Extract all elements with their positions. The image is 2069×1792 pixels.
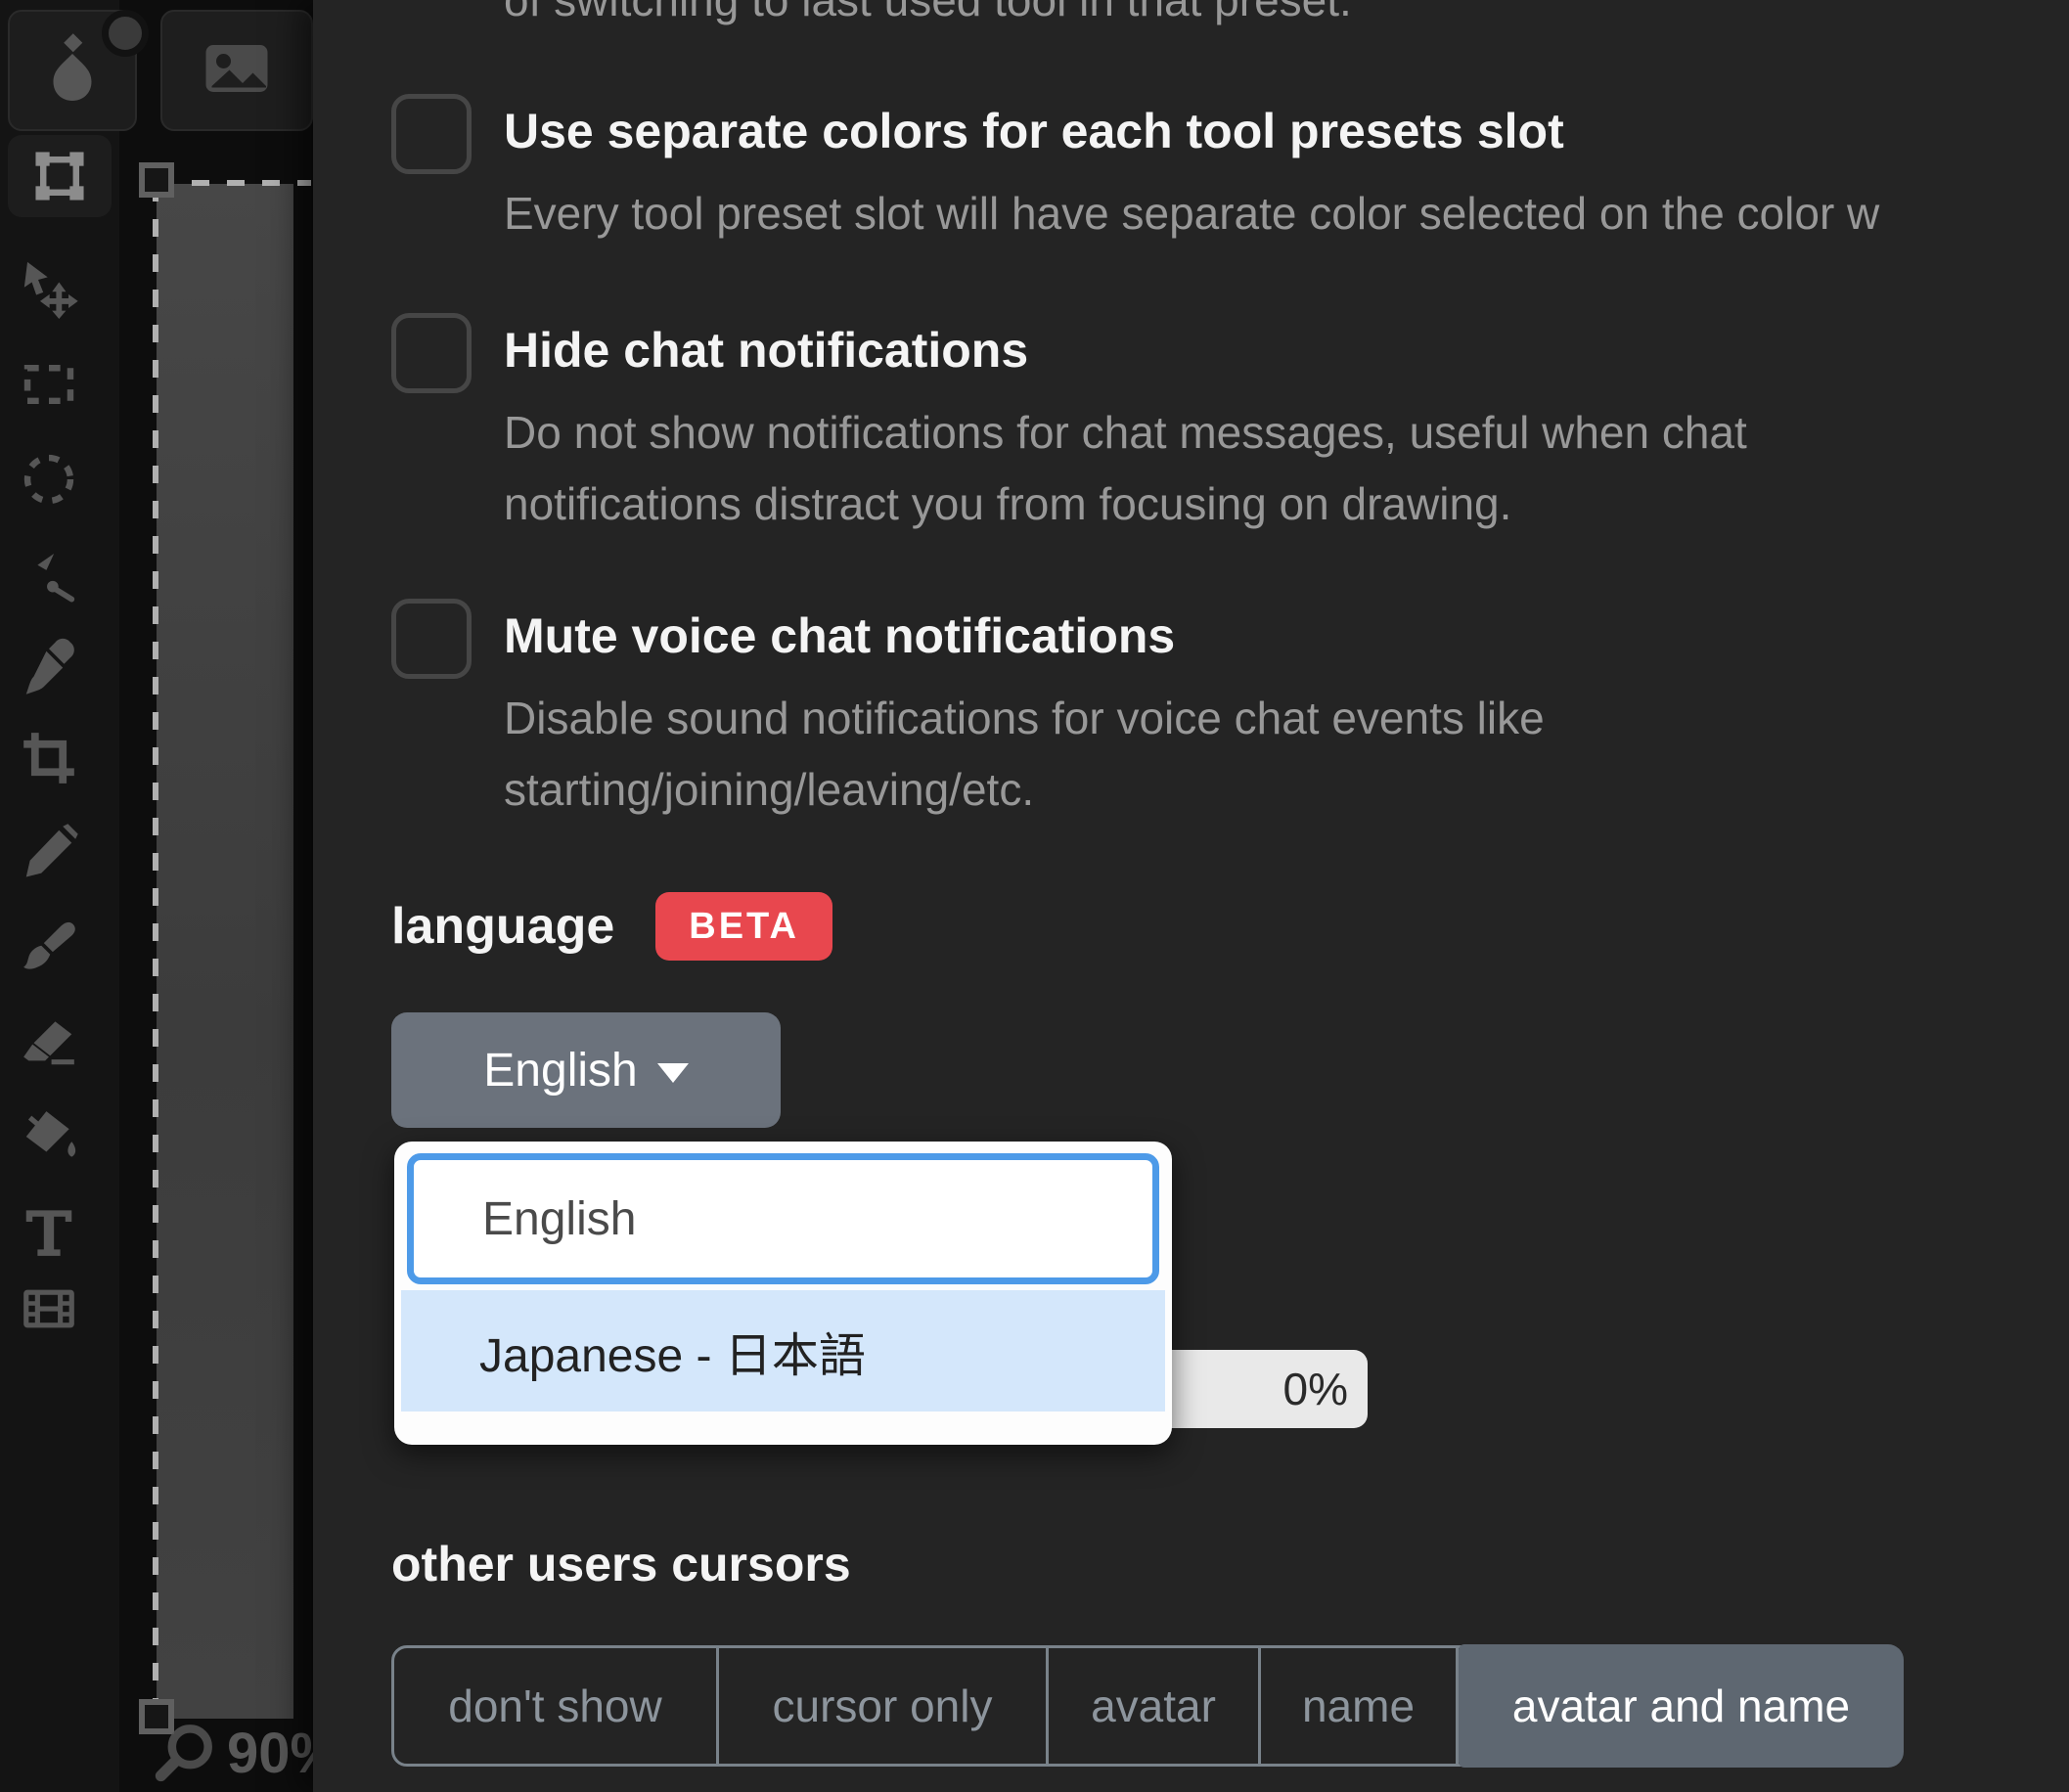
clipped-setting-description: of switching to last used tool in that p… xyxy=(504,0,1352,26)
move-icon xyxy=(19,258,79,319)
use-separate-colors-description: Every tool preset slot will have separat… xyxy=(504,178,2067,249)
other-users-cursors-heading: other users cursors xyxy=(391,1536,851,1592)
tool-fill[interactable] xyxy=(10,1098,88,1176)
use-separate-colors-label: Use separate colors for each tool preset… xyxy=(504,103,1564,159)
canvas-gutter: 90% xyxy=(0,0,313,1792)
pencil-icon xyxy=(19,823,79,883)
selection-marching-ants-top xyxy=(157,180,311,186)
eraser-icon xyxy=(19,1011,79,1072)
tool-eyedropper[interactable] xyxy=(10,626,88,704)
language-dropdown-value: English xyxy=(483,1044,637,1098)
tool-lasso[interactable] xyxy=(10,536,88,614)
hide-chat-notifications-checkbox[interactable] xyxy=(391,313,472,393)
language-section-header: language BETA xyxy=(391,892,832,961)
app-window: 90% of switching to last used tool in th… xyxy=(0,0,2069,1792)
use-separate-colors-checkbox[interactable] xyxy=(391,94,472,174)
magnifier-icon xyxy=(153,1718,219,1789)
tool-brush[interactable] xyxy=(10,908,88,986)
tool-transform[interactable] xyxy=(8,135,112,217)
tool-move[interactable] xyxy=(10,249,88,328)
transform-icon xyxy=(29,146,90,206)
cursor-option-cursor-only[interactable]: cursor only xyxy=(719,1648,1049,1764)
film-icon xyxy=(19,1278,79,1339)
drawing-canvas[interactable] xyxy=(157,184,293,1719)
language-dropdown-popup: Japanese - 日本語 xyxy=(394,1142,1172,1445)
language-heading: language xyxy=(391,897,614,956)
text-icon xyxy=(19,1200,79,1261)
ellipse-select-icon xyxy=(19,449,79,510)
chevron-down-icon xyxy=(657,1063,689,1083)
tool-ellipse-select[interactable] xyxy=(10,440,88,518)
language-search-input[interactable] xyxy=(407,1153,1159,1284)
tool-eraser[interactable] xyxy=(10,1003,88,1081)
crop-icon xyxy=(19,728,79,788)
brush-icon xyxy=(19,917,79,977)
mute-voice-chat-label: Mute voice chat notifications xyxy=(504,607,1175,664)
opacity-slider-value: 0% xyxy=(1283,1363,1348,1415)
tool-crop[interactable] xyxy=(10,719,88,797)
hide-chat-notifications-label: Hide chat notifications xyxy=(504,322,1028,379)
fill-icon xyxy=(19,1106,79,1167)
selection-handle-top-left[interactable] xyxy=(139,162,174,198)
hide-chat-notifications-description: Do not show notifications for chat messa… xyxy=(504,397,1747,540)
cursor-option-avatar-and-name[interactable]: avatar and name xyxy=(1459,1644,1904,1768)
tool-pencil[interactable] xyxy=(10,814,88,892)
rect-select-icon xyxy=(19,354,79,415)
magma-logo-icon xyxy=(37,33,108,109)
cursors-segmented-control: don't showcursor onlyavatarnameavatar an… xyxy=(391,1645,1903,1767)
beta-badge: BETA xyxy=(655,892,832,961)
cursor-option-name[interactable]: name xyxy=(1261,1648,1459,1764)
tool-film[interactable] xyxy=(10,1270,88,1348)
settings-panel: of switching to last used tool in that p… xyxy=(313,0,2069,1792)
tool-rect-select[interactable] xyxy=(10,345,88,424)
mute-voice-chat-description: Disable sound notifications for voice ch… xyxy=(504,683,1545,826)
cursor-option-don-t-show[interactable]: don't show xyxy=(394,1648,719,1764)
lasso-icon xyxy=(19,545,79,605)
tool-text[interactable] xyxy=(10,1191,88,1270)
selection-marching-ants-left xyxy=(153,184,158,1722)
reference-image-tab[interactable] xyxy=(160,10,313,131)
notification-dot xyxy=(102,10,149,57)
mute-voice-chat-checkbox[interactable] xyxy=(391,599,472,679)
image-icon xyxy=(202,33,272,109)
language-dropdown-button[interactable]: English xyxy=(391,1012,781,1128)
cursor-option-avatar[interactable]: avatar xyxy=(1049,1648,1261,1764)
eyedropper-icon xyxy=(19,635,79,695)
language-option[interactable]: Japanese - 日本語 xyxy=(401,1290,1165,1411)
